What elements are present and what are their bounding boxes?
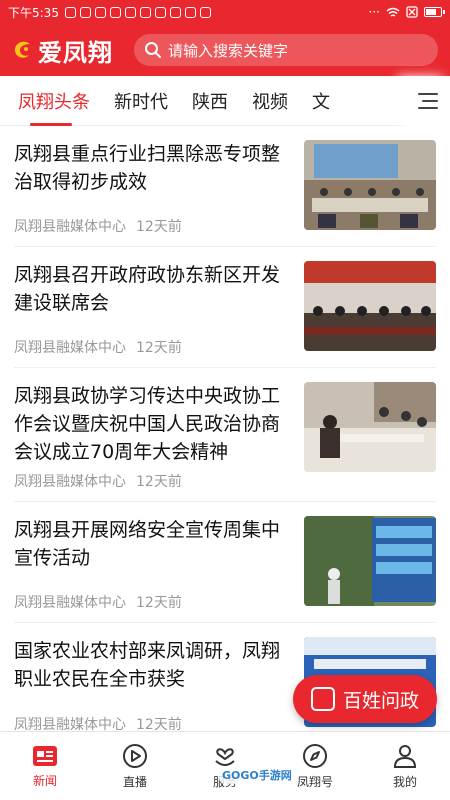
status-bar: 下午5:35 ···	[0, 0, 450, 24]
notification-icon	[199, 6, 211, 18]
site-watermark: GOGO手游网	[218, 766, 296, 784]
notification-icon	[154, 6, 166, 18]
news-meta: 凤翔县融媒体中心 12天前	[14, 337, 182, 357]
battery-icon	[424, 7, 445, 17]
notification-icon	[109, 6, 121, 18]
notification-icon	[124, 6, 136, 18]
app-logo: 爱凤翔	[12, 33, 134, 68]
tab-fengxiang-headlines[interactable]: 凤翔头条	[0, 88, 102, 126]
search-input[interactable]: 请输入搜索关键字	[134, 34, 438, 66]
search-placeholder: 请输入搜索关键字	[168, 41, 289, 60]
nav-news[interactable]: 新闻	[0, 732, 90, 800]
news-thumbnail	[304, 382, 436, 472]
nav-live[interactable]: 直播	[90, 732, 180, 800]
news-meta: 凤翔县融媒体中心 12天前	[14, 216, 182, 236]
public-inquiry-button[interactable]: 百姓问政	[293, 675, 437, 723]
nav-me[interactable]: 我的	[360, 732, 450, 800]
news-source: 凤翔县融媒体中心	[14, 595, 126, 611]
news-time: 12天前	[136, 340, 182, 356]
notification-icon	[184, 6, 196, 18]
news-time: 12天前	[136, 474, 182, 490]
news-icon	[33, 745, 57, 766]
news-time: 12天前	[136, 219, 182, 235]
nav-news-label: 新闻	[32, 773, 57, 788]
news-source: 凤翔县融媒体中心	[14, 340, 126, 356]
phoenix-logo-icon	[14, 41, 30, 58]
notification-icon	[64, 6, 76, 18]
no-sim-icon	[406, 6, 418, 18]
notification-icon	[139, 6, 151, 18]
play-icon	[123, 743, 147, 768]
user-icon	[393, 744, 417, 768]
news-time: 12天前	[136, 595, 182, 611]
channel-menu-button[interactable]	[406, 76, 450, 126]
tab-culture[interactable]: 文	[300, 88, 342, 114]
more-dots-icon: ···	[368, 5, 380, 19]
news-item[interactable]: 凤翔县召开政府政协东新区开发建设联席会 凤翔县融媒体中心 12天前	[14, 247, 436, 368]
news-thumbnail	[304, 261, 436, 351]
nav-fengxiang-account-label: 凤翔号	[296, 774, 333, 789]
nav-me-label: 我的	[392, 774, 417, 789]
news-title: 国家农业农村部来凤调研，凤翔职业农民在全市获奖	[14, 640, 281, 690]
status-time: 下午5:35	[8, 5, 59, 20]
news-feed: 凤翔县重点行业扫黑除恶专项整治取得初步成效 凤翔县融媒体中心 12天前 凤翔县召开…	[0, 126, 450, 740]
search-icon	[145, 42, 161, 58]
channel-tabs: 凤翔头条 新时代 陕西 视频 文	[0, 76, 450, 126]
notification-icon	[94, 6, 106, 18]
news-item[interactable]: 凤翔县开展网络安全宣传周集中宣传活动 凤翔县融媒体中心 12天前	[14, 502, 436, 623]
news-item[interactable]: 凤翔县重点行业扫黑除恶专项整治取得初步成效 凤翔县融媒体中心 12天前	[14, 126, 436, 247]
news-source: 凤翔县融媒体中心	[14, 474, 126, 490]
notification-icon	[169, 6, 181, 18]
public-inquiry-label: 百姓问政	[342, 689, 419, 712]
notification-icon	[79, 6, 91, 18]
app-name: 爱凤翔	[38, 38, 113, 67]
edit-note-icon	[310, 687, 335, 711]
wifi-icon	[386, 7, 400, 17]
service-icon	[215, 747, 235, 766]
notification-icons	[64, 6, 369, 18]
news-meta: 凤翔县融媒体中心 12天前	[14, 592, 182, 612]
news-title: 凤翔县政协学习传达中央政协工作会议暨庆祝中国人民政治协商会议成立70周年大会精神	[14, 385, 281, 463]
tab-new-era[interactable]: 新时代	[102, 88, 180, 114]
nav-live-label: 直播	[122, 774, 147, 789]
app-header: 爱凤翔 请输入搜索关键字	[0, 24, 450, 76]
news-thumbnail	[304, 516, 436, 606]
menu-icon	[418, 93, 438, 109]
news-item[interactable]: 凤翔县政协学习传达中央政协工作会议暨庆祝中国人民政治协商会议成立70周年大会精神…	[14, 368, 436, 502]
news-source: 凤翔县融媒体中心	[14, 219, 126, 235]
tab-shaanxi[interactable]: 陕西	[180, 88, 240, 114]
compass-icon	[303, 743, 327, 768]
news-title: 凤翔县重点行业扫黑除恶专项整治取得初步成效	[14, 143, 281, 193]
news-meta: 凤翔县融媒体中心 12天前	[14, 471, 182, 491]
news-title: 凤翔县召开政府政协东新区开发建设联席会	[14, 264, 281, 314]
tab-video[interactable]: 视频	[240, 88, 300, 114]
news-thumbnail	[304, 140, 436, 230]
news-title: 凤翔县开展网络安全宣传周集中宣传活动	[14, 519, 281, 569]
